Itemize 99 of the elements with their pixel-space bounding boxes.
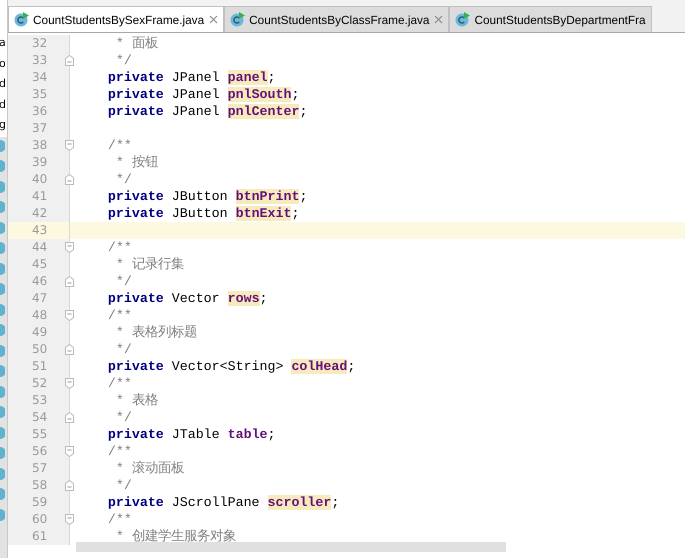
fold-start-icon[interactable] [65, 446, 74, 457]
line-number: 39 [32, 155, 48, 170]
code-line: /** [106, 308, 132, 323]
project-item-text: a [0, 35, 6, 51]
fold-end-icon[interactable] [65, 412, 74, 423]
code-line: * 表格列标题 [114, 325, 197, 340]
class-icon[interactable] [0, 222, 5, 234]
fold-start-icon[interactable] [65, 242, 74, 253]
code-line: private JButton btnPrint; [106, 189, 308, 204]
close-icon[interactable] [434, 15, 444, 24]
fold-end-icon[interactable] [65, 276, 74, 287]
line-number: 33 [32, 53, 48, 68]
class-icon[interactable] [0, 344, 5, 357]
line-number: 61 [32, 529, 48, 544]
code-line: private Vector rows; [106, 291, 268, 306]
editor-tab[interactable]: CountStudentsByClassFrame.java [224, 6, 450, 32]
code-line: private JPanel pnlCenter; [106, 104, 308, 119]
fold-start-icon[interactable] [65, 140, 74, 151]
class-icon[interactable] [0, 201, 5, 214]
fold-start-icon[interactable] [65, 514, 74, 525]
class-icon[interactable] [0, 324, 5, 336]
line-number: 35 [32, 87, 48, 102]
horizontal-scrollbar[interactable] [76, 542, 506, 552]
class-icon[interactable] [0, 508, 5, 521]
line-number: 47 [32, 291, 48, 306]
line-number: 41 [32, 189, 48, 204]
line-number: 58 [32, 478, 48, 493]
class-icon[interactable] [0, 262, 5, 275]
line-number: 52 [32, 376, 48, 391]
code-line: */ [114, 410, 132, 425]
code-line: private JButton btnExit; [106, 206, 300, 221]
line-number: 51 [32, 359, 48, 374]
line-number: 34 [32, 70, 48, 85]
code-line: private Vector<String> colHead; [106, 359, 356, 374]
class-icon[interactable] [0, 365, 5, 378]
class-icon[interactable] [0, 304, 5, 316]
line-number: 44 [32, 240, 48, 255]
editor-tab[interactable]: CountStudentsByDepartmentFra [449, 6, 652, 32]
class-icon[interactable] [0, 140, 5, 152]
line-number: 53 [32, 393, 48, 408]
line-number: 48 [32, 308, 48, 323]
line-number: 49 [32, 325, 48, 340]
code-line: /** [106, 138, 132, 153]
fold-end-icon[interactable] [65, 174, 74, 185]
code-line: * 按钮 [114, 155, 158, 170]
code-line: */ [114, 274, 132, 289]
code-line: * 表格 [114, 393, 158, 408]
line-number: 43 [32, 223, 48, 238]
line-number: 32 [32, 36, 48, 51]
fold-end-icon[interactable] [65, 480, 74, 491]
class-file-icon [14, 12, 29, 27]
line-number: 56 [32, 444, 48, 459]
code-line: */ [114, 172, 132, 187]
line-number: 42 [32, 206, 48, 221]
line-number: 50 [32, 342, 48, 357]
code-line: */ [114, 342, 132, 357]
fold-end-icon[interactable] [65, 55, 74, 66]
close-icon[interactable] [209, 15, 218, 24]
code-line: /** [106, 512, 132, 527]
line-number: 38 [32, 138, 48, 153]
class-icon[interactable] [0, 447, 5, 460]
class-file-icon [455, 12, 470, 27]
class-icon[interactable] [0, 488, 5, 500]
class-icon[interactable] [0, 160, 5, 172]
code-line: */ [114, 53, 132, 68]
code-line: /** [106, 240, 132, 255]
code-line: private JTable table; [106, 427, 276, 442]
class-icon[interactable] [0, 426, 5, 439]
class-icon[interactable] [0, 386, 5, 398]
fold-start-icon[interactable] [65, 310, 74, 321]
class-icon[interactable] [0, 180, 5, 193]
line-number: 36 [32, 104, 48, 119]
line-number: 37 [32, 121, 48, 136]
class-icon[interactable] [0, 283, 5, 296]
code-line: private JPanel panel; [106, 70, 276, 85]
code-line: * 记录行集 [114, 257, 184, 272]
code-line: /** [106, 444, 132, 459]
line-number: 59 [32, 495, 48, 510]
line-number: 60 [32, 512, 48, 527]
class-file-icon [230, 12, 246, 27]
class-icon[interactable] [0, 468, 5, 480]
code-line: /** [106, 376, 132, 391]
code-line: * 创建学生服务对象 [114, 529, 236, 544]
line-number: 45 [32, 257, 48, 272]
code-line: private JPanel pnlSouth; [106, 87, 300, 102]
code-line: * 面板 [114, 36, 158, 51]
code-line: private JScrollPane scroller; [106, 495, 340, 510]
line-number: 46 [32, 274, 48, 289]
code-line: */ [114, 478, 132, 493]
fold-end-icon[interactable] [65, 344, 74, 355]
line-number: 40 [32, 172, 48, 187]
class-icon[interactable] [0, 406, 5, 418]
line-number: 57 [32, 461, 48, 476]
code-line: * 滚动面板 [114, 461, 184, 476]
line-number: 55 [32, 427, 48, 442]
fold-start-icon[interactable] [65, 378, 74, 389]
line-number: 54 [32, 410, 48, 425]
class-icon[interactable] [0, 242, 5, 254]
editor-tab[interactable]: CountStudentsBySexFrame.java [8, 6, 224, 32]
